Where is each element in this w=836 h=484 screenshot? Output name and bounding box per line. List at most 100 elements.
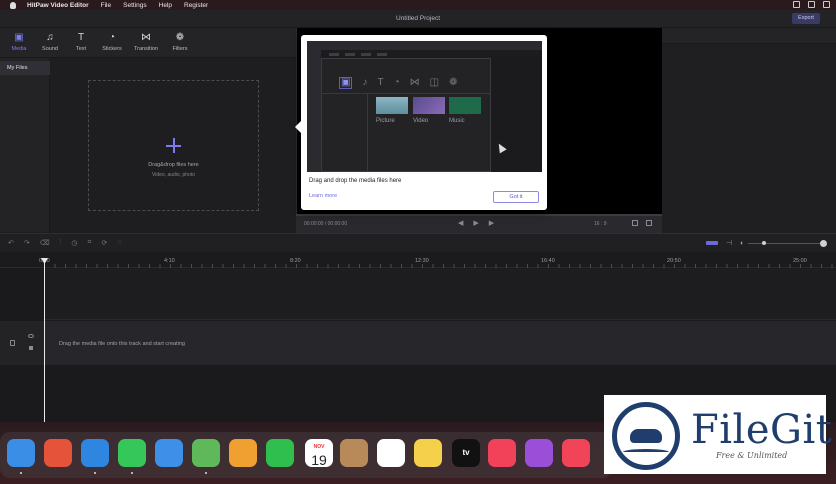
main-track-header <box>0 321 44 365</box>
tutorial-text-icon: T <box>377 77 384 88</box>
maps-app-icon[interactable] <box>192 439 220 467</box>
library-sidebar: My Files <box>0 58 50 232</box>
ruler-label: 25:00 <box>793 258 807 264</box>
snap-icon[interactable]: ⊣ <box>726 239 732 247</box>
status-control-center-icon[interactable] <box>823 1 830 8</box>
apple-logo-icon[interactable] <box>10 1 16 9</box>
contacts-app-icon[interactable] <box>340 439 368 467</box>
lock-icon[interactable] <box>10 340 15 346</box>
music-note-icon: ♫ <box>46 32 54 43</box>
tool-filters[interactable]: ❁ Filters <box>165 32 195 53</box>
preview-controls: 00:00:00 / 00:00:00 ◀ ▶ ▶ 16 : 9 <box>296 214 662 233</box>
playhead[interactable] <box>44 258 45 422</box>
tool-filters-label: Filters <box>172 46 188 52</box>
podcasts-app-icon[interactable] <box>525 439 553 467</box>
zoom-out-icon[interactable]: ◐ <box>740 240 744 247</box>
preview-progress-bar[interactable] <box>296 214 662 216</box>
menu-register[interactable]: Register <box>184 2 208 9</box>
crop-icon[interactable]: ⌗ <box>88 239 92 247</box>
messages-app-icon[interactable] <box>118 439 146 467</box>
notes-app-icon[interactable] <box>414 439 442 467</box>
filter-icon: ❁ <box>175 32 185 43</box>
plus-icon[interactable] <box>165 137 183 155</box>
ruler-label: 12:30 <box>415 258 429 264</box>
tutorial-transition-icon: ⋈ <box>409 77 420 88</box>
sticker-icon: ◔ <box>108 32 116 43</box>
tool-media-label: Media <box>11 46 27 52</box>
status-battery-icon[interactable] <box>808 1 815 8</box>
learn-more-link[interactable]: Learn more <box>309 193 337 199</box>
watermark-name: FileGit <box>691 407 833 453</box>
rotate-icon[interactable]: ⟳ <box>101 239 107 247</box>
menu-settings[interactable]: Settings <box>123 2 147 9</box>
tutorial-music-thumb <box>449 97 481 114</box>
snapshot-icon[interactable] <box>632 220 638 226</box>
play-icon[interactable]: ▶ <box>473 219 478 227</box>
launchpad-app-icon[interactable] <box>44 439 72 467</box>
tool-text[interactable]: T Text <box>66 32 96 53</box>
tool-stickers[interactable]: ◔ Stickers <box>97 32 127 53</box>
dropzone-subtitle: Video, audio, photo <box>151 172 195 178</box>
ruler-label: 20:50 <box>667 258 681 264</box>
media-dropzone[interactable]: Drag&drop files here Video, audio, photo <box>88 80 259 211</box>
tool-transition[interactable]: ⋈ Transition <box>131 33 161 53</box>
track-hint-text: Drag the media file onto this track and … <box>59 341 185 347</box>
zoom-in-icon[interactable] <box>820 240 827 247</box>
tool-sound[interactable]: ♫ Sound <box>35 32 65 53</box>
tab-my-files[interactable]: My Files <box>0 61 50 75</box>
onboarding-popover: ▣ ♪ T ◔ ⋈ ◫ ❁ Picture Video Music Drag a… <box>295 35 547 210</box>
dock-running-indicator <box>94 472 96 474</box>
tutorial-split-icon: ◫ <box>429 77 440 88</box>
tutorial-image: ▣ ♪ T ◔ ⋈ ◫ ❁ Picture Video Music <box>307 41 542 172</box>
speaker-icon[interactable] <box>29 346 33 350</box>
mail-app-icon[interactable] <box>155 439 183 467</box>
photos-app-icon[interactable] <box>229 439 257 467</box>
zoom-fit-icon[interactable] <box>706 241 718 245</box>
menu-bar: HitPaw Video Editor File Settings Help R… <box>0 0 836 10</box>
properties-panel <box>662 28 836 233</box>
undo-icon[interactable]: ↶ <box>8 239 14 247</box>
calendar-app-icon[interactable]: NOV 19 <box>305 439 333 468</box>
freeze-icon[interactable]: ◌ <box>117 239 121 247</box>
menu-help[interactable]: Help <box>159 2 172 9</box>
menu-app-name[interactable]: HitPaw Video Editor <box>27 2 89 9</box>
status-window-icon[interactable] <box>793 1 800 8</box>
aspect-ratio-select[interactable]: 16 : 9 <box>594 221 607 227</box>
tool-media[interactable]: ▣ Media <box>4 33 34 53</box>
popover-message: Drag and drop the media files here <box>309 178 402 184</box>
timeline-ruler[interactable]: 0:00 4:10 8:20 12:30 16:40 20:50 25:00 <box>0 252 836 268</box>
reminders-app-icon[interactable] <box>377 439 405 467</box>
delete-icon[interactable]: ⌫ <box>40 239 50 247</box>
properties-header <box>662 28 836 44</box>
zoom-slider[interactable] <box>748 243 820 244</box>
tutorial-sticker-icon: ◔ <box>393 77 400 88</box>
tool-transition-label: Transition <box>134 46 158 52</box>
finder-app-icon[interactable] <box>7 439 35 467</box>
safari-app-icon[interactable] <box>81 439 109 467</box>
text-icon: T <box>77 32 85 43</box>
eye-icon[interactable] <box>28 334 34 338</box>
menu-status-area <box>793 1 830 8</box>
apple-tv-app-icon[interactable]: tv <box>452 439 480 467</box>
music-app-icon[interactable] <box>488 439 516 467</box>
speed-icon[interactable]: ◷ <box>71 239 77 247</box>
overlay-track[interactable] <box>44 268 836 320</box>
menu-file[interactable]: File <box>101 2 111 9</box>
export-button[interactable]: Export <box>792 13 820 24</box>
timeline-toolbar: ↶ ↷ ⌫ ⫶ ◷ ⌗ ⟳ ◌ ⊣ ◐ <box>0 233 836 252</box>
next-frame-icon[interactable]: ▶ <box>489 219 494 227</box>
tutorial-music-icon: ♪ <box>362 77 368 88</box>
tutorial-video-thumb <box>413 97 445 114</box>
watermark-tagline: Free & Unlimited <box>716 451 788 460</box>
redo-icon[interactable]: ↷ <box>24 239 30 247</box>
fullscreen-icon[interactable] <box>646 220 652 226</box>
news-app-icon[interactable] <box>562 439 590 467</box>
apple-tv-label: tv <box>462 448 470 457</box>
got-it-button[interactable]: Got it <box>493 191 539 203</box>
zoom-slider-knob[interactable] <box>762 241 766 245</box>
facetime-app-icon[interactable] <box>266 439 294 467</box>
previous-frame-icon[interactable]: ◀ <box>458 219 463 227</box>
ruler-label: 8:20 <box>290 258 301 264</box>
split-icon[interactable]: ⫶ <box>60 239 62 247</box>
window-title-bar: Untitled Project Export <box>0 10 836 28</box>
